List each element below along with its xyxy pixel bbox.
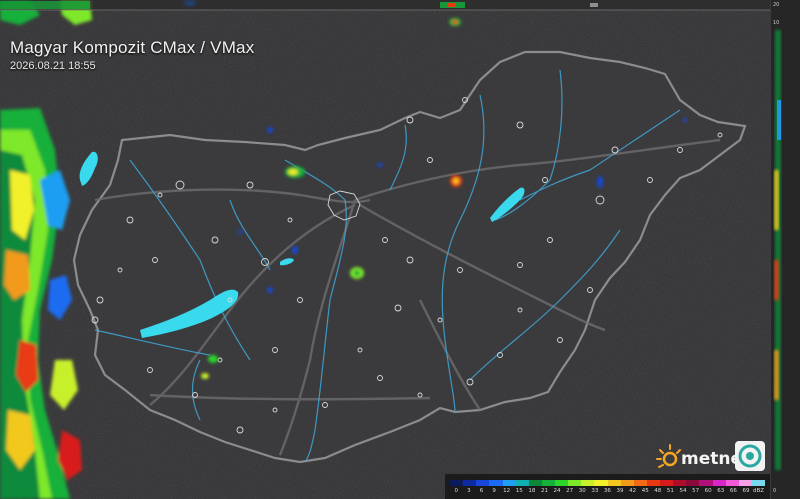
legend-label: 42 bbox=[629, 488, 637, 494]
legend-label: 54 bbox=[679, 488, 687, 494]
legend-swatch bbox=[620, 480, 634, 486]
legend-label: 21 bbox=[540, 488, 548, 494]
legend-swatch bbox=[712, 480, 726, 486]
side-axis-label: 20 bbox=[773, 2, 780, 8]
legend-swatch bbox=[541, 480, 555, 486]
legend-label: 60 bbox=[704, 488, 712, 494]
legend-label: 57 bbox=[692, 488, 700, 494]
legend-label: 6 bbox=[479, 488, 484, 494]
legend-label: 24 bbox=[553, 488, 561, 494]
legend-swatch bbox=[581, 480, 595, 486]
legend-swatch bbox=[594, 480, 608, 486]
legend-label: 48 bbox=[654, 488, 662, 494]
legend-swatch bbox=[633, 480, 647, 486]
legend-swatch bbox=[660, 480, 674, 486]
legend-swatch bbox=[607, 480, 621, 486]
legend-label: 39 bbox=[616, 488, 624, 494]
legend-label: 9 bbox=[492, 488, 496, 494]
legend-labels: 0 3 6 9 12 15 18 21 24 27 30 33 36 39 42 45 48 51 54 57 60 63… bbox=[450, 488, 765, 498]
legend-label: 69 bbox=[742, 488, 750, 494]
side-axis-label: 0 bbox=[773, 488, 777, 494]
legend-label: 30 bbox=[578, 488, 586, 494]
legend-swatch bbox=[686, 480, 700, 486]
legend-swatch bbox=[751, 480, 765, 486]
legend-label: dBZ bbox=[753, 488, 765, 494]
legend-swatch bbox=[673, 480, 687, 486]
legend-swatch bbox=[528, 480, 542, 486]
legend-label: 51 bbox=[666, 488, 674, 494]
legend-swatch bbox=[568, 480, 582, 486]
legend-swatch bbox=[463, 480, 477, 486]
legend-label: 45 bbox=[641, 488, 649, 494]
legend-swatch bbox=[476, 480, 490, 486]
legend-swatch bbox=[738, 480, 752, 486]
legend-label: 18 bbox=[528, 488, 536, 494]
legend-swatch bbox=[450, 480, 464, 486]
legend-color-bar bbox=[450, 480, 765, 486]
legend-label: 3 bbox=[467, 488, 471, 494]
metnet-logo: metnet bbox=[655, 441, 767, 473]
side-axis: 20 10 0 bbox=[770, 0, 800, 499]
legend-swatch bbox=[502, 480, 516, 486]
legend-label: 0 bbox=[454, 488, 459, 494]
map-title: Magyar Kompozit CMax / VMax bbox=[10, 38, 255, 57]
app-badge-icon bbox=[735, 441, 765, 471]
radar-map-view: Magyar Kompozit CMax / VMax 2026.08.21 1… bbox=[0, 0, 800, 499]
legend-swatch bbox=[725, 480, 739, 486]
map-canvas bbox=[0, 0, 800, 499]
vmax-top-profile bbox=[0, 0, 770, 11]
legend-label: 66 bbox=[729, 488, 737, 494]
map-timestamp: 2026.08.21 18:55 bbox=[10, 60, 96, 72]
side-axis-label: 10 bbox=[773, 20, 780, 26]
legend-swatch bbox=[646, 480, 660, 486]
legend-swatch bbox=[555, 480, 569, 486]
legend-label: 63 bbox=[717, 488, 725, 494]
legend-label: 36 bbox=[603, 488, 611, 494]
legend-swatch bbox=[515, 480, 529, 486]
legend-label: 15 bbox=[515, 488, 523, 494]
legend-label: 27 bbox=[566, 488, 574, 494]
legend-label: 12 bbox=[503, 488, 511, 494]
legend-swatch bbox=[489, 480, 503, 486]
dbz-legend: 0 3 6 9 12 15 18 21 24 27 30 33 36 39 42 45 48 51 54 57 60 63… bbox=[445, 474, 770, 499]
legend-label: 33 bbox=[591, 488, 599, 494]
legend-swatch bbox=[699, 480, 713, 486]
